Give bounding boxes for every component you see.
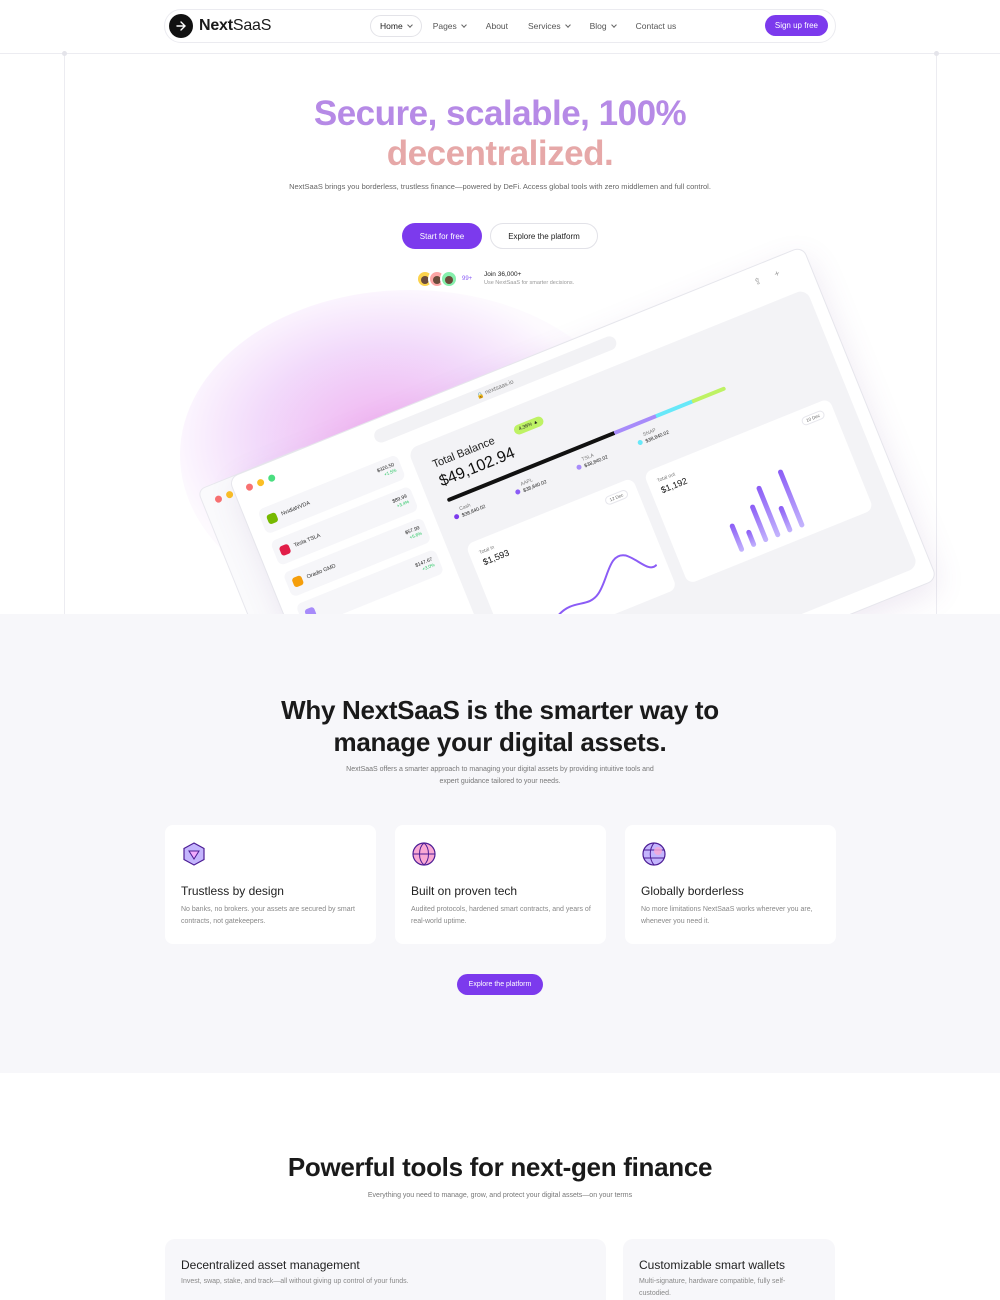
- cube-icon: [181, 841, 207, 872]
- tesla-icon: [278, 543, 292, 557]
- total-in-card: Total in $1,593 12 Dec: [465, 477, 678, 614]
- avatar-group: 99+: [416, 270, 472, 288]
- join-title: Join 36,000+: [484, 271, 522, 278]
- tool-title: Customizable smart wallets: [639, 1258, 786, 1272]
- join-subtitle: Use NextSaaS for smarter decisions.: [484, 280, 575, 286]
- legend-item: Cash $38,840.02: [453, 497, 487, 520]
- window-controls: [244, 473, 277, 492]
- range-select: 10 Dec: [800, 409, 826, 427]
- tools-title: Powerful tools for next-gen finance: [287, 1152, 713, 1182]
- why-title: Why NextSaaS is the smarter way to manage…: [281, 695, 719, 757]
- feature-text: No more limitations NextSaaS works where…: [641, 906, 813, 925]
- explore-platform-button[interactable]: Explore the platform: [490, 223, 598, 249]
- tool-text: Invest, swap, stake, and track—all witho…: [181, 1278, 409, 1285]
- social-proof: Join 36,000+ Use NextSaaS for smarter de…: [484, 271, 574, 286]
- avatar: [440, 270, 458, 288]
- plus-icon: +: [772, 267, 782, 280]
- hero-subtitle: NextSaaS brings you borderless, trustles…: [289, 182, 711, 191]
- tool-text: Multi-signature, hardware compatible, fu…: [639, 1278, 786, 1297]
- tools-subtitle: Everything you need to manage, grow, and…: [367, 1192, 633, 1199]
- feature-title: Globally borderless: [641, 884, 744, 898]
- legend-item: SNAP $38,840.02: [636, 423, 670, 446]
- legend-item: AAPL $38,840.02: [514, 473, 548, 496]
- sphere-icon: [411, 841, 437, 872]
- start-free-button[interactable]: Start for free: [402, 223, 482, 249]
- hero-visual: 🔒 nextsaas.io ⇪ + NvidiaNVDA $320.50 +1.5…: [0, 0, 1000, 614]
- bar-sparkline: [717, 468, 806, 553]
- feature-card: Trustless by design No banks, no brokers…: [165, 825, 376, 944]
- why-subtitle: NextSaaS offers a smarter approach to ma…: [346, 766, 654, 785]
- nvidia-icon: [265, 511, 279, 525]
- feature-text: No banks, no brokers. your assets are se…: [181, 906, 355, 925]
- feature-card: Globally borderless No more limitations …: [625, 825, 836, 944]
- feature-title: Trustless by design: [181, 884, 284, 898]
- line-sparkline: [557, 554, 658, 614]
- tool-card: Decentralized asset management Invest, s…: [165, 1239, 606, 1300]
- feature-title: Built on proven tech: [411, 884, 518, 898]
- feature-text: Audited protocols, hardened smart contra…: [411, 906, 591, 925]
- tool-title: Decentralized asset management: [181, 1258, 360, 1272]
- share-icon: ⇪: [752, 275, 764, 288]
- hero-title: Secure, scalable, 100% decentralized.: [313, 94, 687, 173]
- page: NextSaaS Home Pages About Services Blog …: [0, 0, 1000, 1300]
- why-section: Why NextSaaS is the smarter way to manage…: [0, 614, 1000, 1073]
- feature-card: Built on proven tech Audited protocols, …: [395, 825, 606, 944]
- avatar-count: 99+: [462, 276, 473, 282]
- legend-item: TSLA $38,840.02: [575, 448, 609, 471]
- range-select: 12 Dec: [603, 488, 630, 507]
- tool-card: Customizable smart wallets Multi-signatu…: [623, 1239, 835, 1300]
- coin-icon: [291, 574, 305, 588]
- globe-icon: [641, 841, 667, 872]
- coin-icon: [304, 606, 318, 614]
- balance-badge: 4.36% ▲: [512, 415, 545, 436]
- total-out-card: Total out $1,192 10 Dec: [643, 398, 874, 585]
- explore-platform-button[interactable]: Explore the platform: [457, 974, 543, 995]
